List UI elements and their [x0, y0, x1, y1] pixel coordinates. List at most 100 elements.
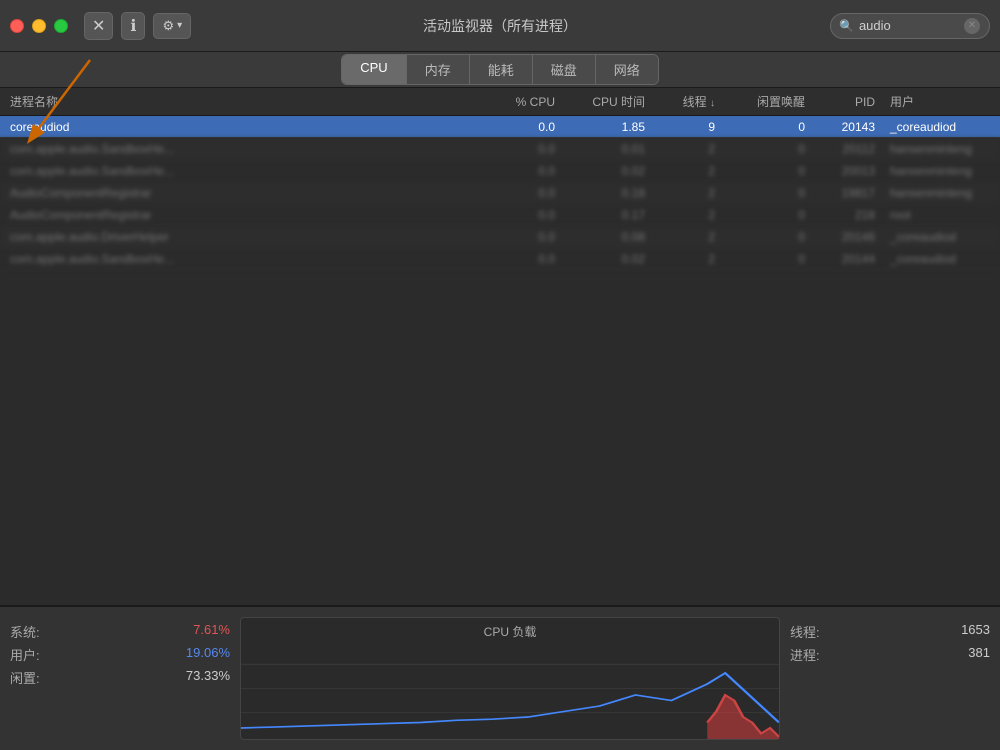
col-header-name[interactable]: 进程名称 — [5, 93, 475, 110]
cell-pid: 20112 — [815, 142, 885, 156]
idle-value: 73.33% — [186, 668, 230, 687]
cell-pid: 19817 — [815, 186, 885, 200]
process-list: coreaudiod 0.0 1.85 9 0 20143 _coreaudio… — [0, 116, 1000, 605]
cell-process-name: com.apple.audio.SandboxHe... — [5, 164, 475, 178]
cell-cpu-time: 0.17 — [565, 208, 655, 222]
cell-cpu-time: 1.85 — [565, 120, 655, 134]
cell-pid: 20146 — [815, 230, 885, 244]
stat-threads: 线程: 1653 — [790, 622, 990, 641]
table-row[interactable]: com.apple.audio.SandboxHe... 0.0 0.02 2 … — [0, 160, 1000, 182]
search-area: 🔍 ✕ — [830, 13, 990, 39]
cell-threads: 2 — [655, 186, 725, 200]
col-header-cputime[interactable]: CPU 时间 — [565, 93, 655, 110]
table-row[interactable]: AudioComponentRegistrar 0.0 0.18 2 0 198… — [0, 182, 1000, 204]
cpu-chart-svg — [241, 640, 779, 739]
col-header-threads[interactable]: 线程 ↓ — [655, 93, 725, 110]
table-row[interactable]: AudioComponentRegistrar 0.0 0.17 2 0 218… — [0, 204, 1000, 226]
table-row[interactable]: com.apple.audio.SandboxHe... 0.0 0.02 2 … — [0, 248, 1000, 270]
search-icon: 🔍 — [839, 19, 854, 33]
cell-threads: 9 — [655, 120, 725, 134]
cell-idle-wake: 0 — [725, 208, 815, 222]
system-value: 7.61% — [193, 622, 230, 641]
cell-user: hansenminteng — [885, 186, 995, 200]
table-row[interactable]: coreaudiod 0.0 1.85 9 0 20143 _coreaudio… — [0, 116, 1000, 138]
threads-value: 1653 — [961, 622, 990, 641]
search-input[interactable] — [859, 18, 959, 33]
cell-threads: 2 — [655, 230, 725, 244]
maximize-button[interactable]: + — [54, 19, 68, 33]
processes-label: 进程: — [790, 645, 820, 664]
sort-arrow-icon: ↓ — [710, 98, 715, 109]
cell-idle-wake: 0 — [725, 230, 815, 244]
cell-process-name: AudioComponentRegistrar — [5, 208, 475, 222]
cell-idle-wake: 0 — [725, 252, 815, 266]
bottom-panel: 系统: 7.61% 用户: 19.06% 闲置: 73.33% CPU 负载 — [0, 605, 1000, 750]
cell-cpu-pct: 0.0 — [475, 142, 565, 156]
stats-left: 系统: 7.61% 用户: 19.06% 闲置: 73.33% — [10, 617, 230, 740]
cell-cpu-pct: 0.0 — [475, 186, 565, 200]
main-content: 进程名称 % CPU CPU 时间 线程 ↓ 闲置唤醒 PID 用户 corea… — [0, 88, 1000, 750]
user-value: 19.06% — [186, 645, 230, 664]
processes-value: 381 — [968, 645, 990, 664]
titlebar-controls: ✕ – + ✕ ℹ ⚙ ▾ — [10, 12, 191, 40]
cell-pid: 20013 — [815, 164, 885, 178]
close-button[interactable]: ✕ — [10, 19, 24, 33]
info-button[interactable]: ℹ — [121, 12, 145, 40]
cell-process-name: com.apple.audio.SandboxHe... — [5, 142, 475, 156]
tab-disk[interactable]: 磁盘 — [533, 55, 596, 84]
cell-pid: 218 — [815, 208, 885, 222]
user-label: 用户: — [10, 645, 40, 664]
cell-user: root — [885, 208, 995, 222]
cell-idle-wake: 0 — [725, 142, 815, 156]
column-headers: 进程名称 % CPU CPU 时间 线程 ↓ 闲置唤醒 PID 用户 — [0, 88, 1000, 116]
cell-pid: 20143 — [815, 120, 885, 134]
cell-process-name: com.apple.audio.DriverHelper — [5, 230, 475, 244]
cell-cpu-time: 0.01 — [565, 142, 655, 156]
titlebar: ✕ – + ✕ ℹ ⚙ ▾ 活动监视器（所有进程） 🔍 ✕ — [0, 0, 1000, 52]
stat-user: 用户: 19.06% — [10, 645, 230, 664]
cell-cpu-pct: 0.0 — [475, 252, 565, 266]
cell-process-name: AudioComponentRegistrar — [5, 186, 475, 200]
threads-label: 线程: — [790, 622, 820, 641]
col-header-pid[interactable]: PID — [815, 95, 885, 109]
cell-user: _coreaudiod — [885, 120, 995, 134]
col-header-user[interactable]: 用户 — [885, 93, 995, 110]
col-header-cpu[interactable]: % CPU — [475, 95, 565, 109]
cell-threads: 2 — [655, 164, 725, 178]
cell-cpu-time: 0.08 — [565, 230, 655, 244]
tabbar: CPU 内存 能耗 磁盘 网络 — [0, 52, 1000, 88]
cell-cpu-pct: 0.0 — [475, 120, 565, 134]
chart-title: CPU 负载 — [484, 618, 537, 640]
window-title: 活动监视器（所有进程） — [423, 16, 577, 36]
minimize-button[interactable]: – — [32, 19, 46, 33]
tab-energy[interactable]: 能耗 — [470, 55, 533, 84]
table-row[interactable]: com.apple.audio.DriverHelper 0.0 0.08 2 … — [0, 226, 1000, 248]
cell-user: hansenminteng — [885, 164, 995, 178]
col-header-idle[interactable]: 闲置唤醒 — [725, 93, 815, 110]
search-box[interactable]: 🔍 ✕ — [830, 13, 990, 39]
tab-network[interactable]: 网络 — [596, 55, 658, 84]
search-clear-button[interactable]: ✕ — [964, 18, 980, 34]
cell-cpu-pct: 0.0 — [475, 164, 565, 178]
cell-idle-wake: 0 — [725, 164, 815, 178]
cell-idle-wake: 0 — [725, 120, 815, 134]
cell-process-name: com.apple.audio.SandboxHe... — [5, 252, 475, 266]
cell-idle-wake: 0 — [725, 186, 815, 200]
close-process-button[interactable]: ✕ — [84, 12, 113, 40]
cell-cpu-pct: 0.0 — [475, 208, 565, 222]
cpu-chart: CPU 负载 — [240, 617, 780, 740]
stat-processes: 进程: 381 — [790, 645, 990, 664]
cell-user: _coreaudiod — [885, 252, 995, 266]
cell-cpu-time: 0.02 — [565, 252, 655, 266]
stats-right: 线程: 1653 进程: 381 — [790, 617, 990, 740]
cell-threads: 2 — [655, 208, 725, 222]
table-row[interactable]: com.apple.audio.SandboxHe... 0.0 0.01 2 … — [0, 138, 1000, 160]
system-label: 系统: — [10, 622, 40, 641]
cell-pid: 20144 — [815, 252, 885, 266]
gear-button[interactable]: ⚙ ▾ — [153, 13, 191, 39]
tab-cpu[interactable]: CPU — [342, 55, 406, 84]
stat-idle: 闲置: 73.33% — [10, 668, 230, 687]
tab-memory[interactable]: 内存 — [407, 55, 470, 84]
cell-threads: 2 — [655, 252, 725, 266]
idle-label: 闲置: — [10, 668, 40, 687]
